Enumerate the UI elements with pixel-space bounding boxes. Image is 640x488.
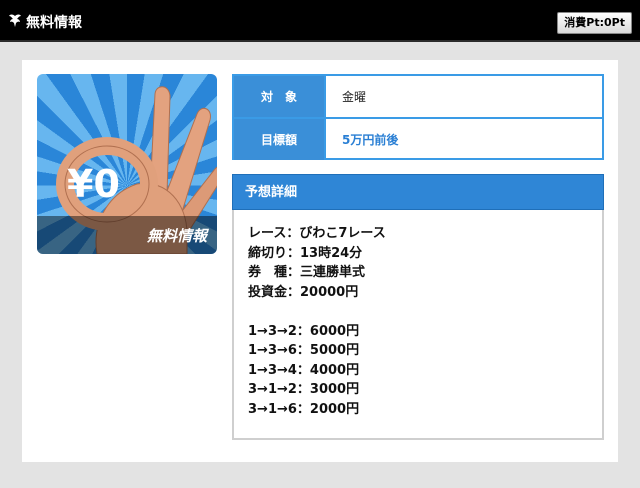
bet-line: 3→1→2：3000円 [248,382,360,397]
price-zero-text: ¥0 [67,162,120,206]
bet-line: 1→3→2：6000円 [248,323,360,339]
info-row-target: 対 象 金曜 [234,76,602,119]
detail-line: 券 種：三連勝単式 [248,265,366,280]
bet-line: 1→3→4：4000円 [248,362,360,378]
bet-line: 1→3→6：5000円 [248,343,360,358]
wings-logo-icon [9,14,21,27]
info-label-target: 対 象 [234,76,326,117]
bet-line: 3→1→6：2000円 [248,401,360,417]
card-banner-text: 無料情報 [146,227,207,245]
detail-line: レース：びわこ7レース [248,226,386,241]
detail-lines: レース：びわこ7レース 締切り：13時24分 券 種：三連勝単式 投資金：200… [248,224,386,419]
info-table: 対 象 金曜 目標額 5万円前後 [232,74,604,160]
top-bar: 無料情報 消費Pt:0Pt [0,0,640,42]
detail-body: レース：びわこ7レース 締切り：13時24分 券 種：三連勝単式 投資金：200… [232,210,604,440]
detail-line: 投資金：20000円 [248,284,359,300]
info-label-goal: 目標額 [234,119,326,160]
detail-heading: 予想詳細 [232,174,604,210]
info-value-goal: 5万円前後 [342,133,399,147]
detail-line: 締切り：13時24分 [248,245,363,261]
points-button[interactable]: 消費Pt:0Pt [557,12,632,34]
info-value-target: 金曜 [342,90,367,104]
page-title: 無料情報 [26,15,82,31]
info-row-goal: 目標額 5万円前後 [234,119,602,160]
free-info-image: ¥0 無料情報 [37,74,217,254]
